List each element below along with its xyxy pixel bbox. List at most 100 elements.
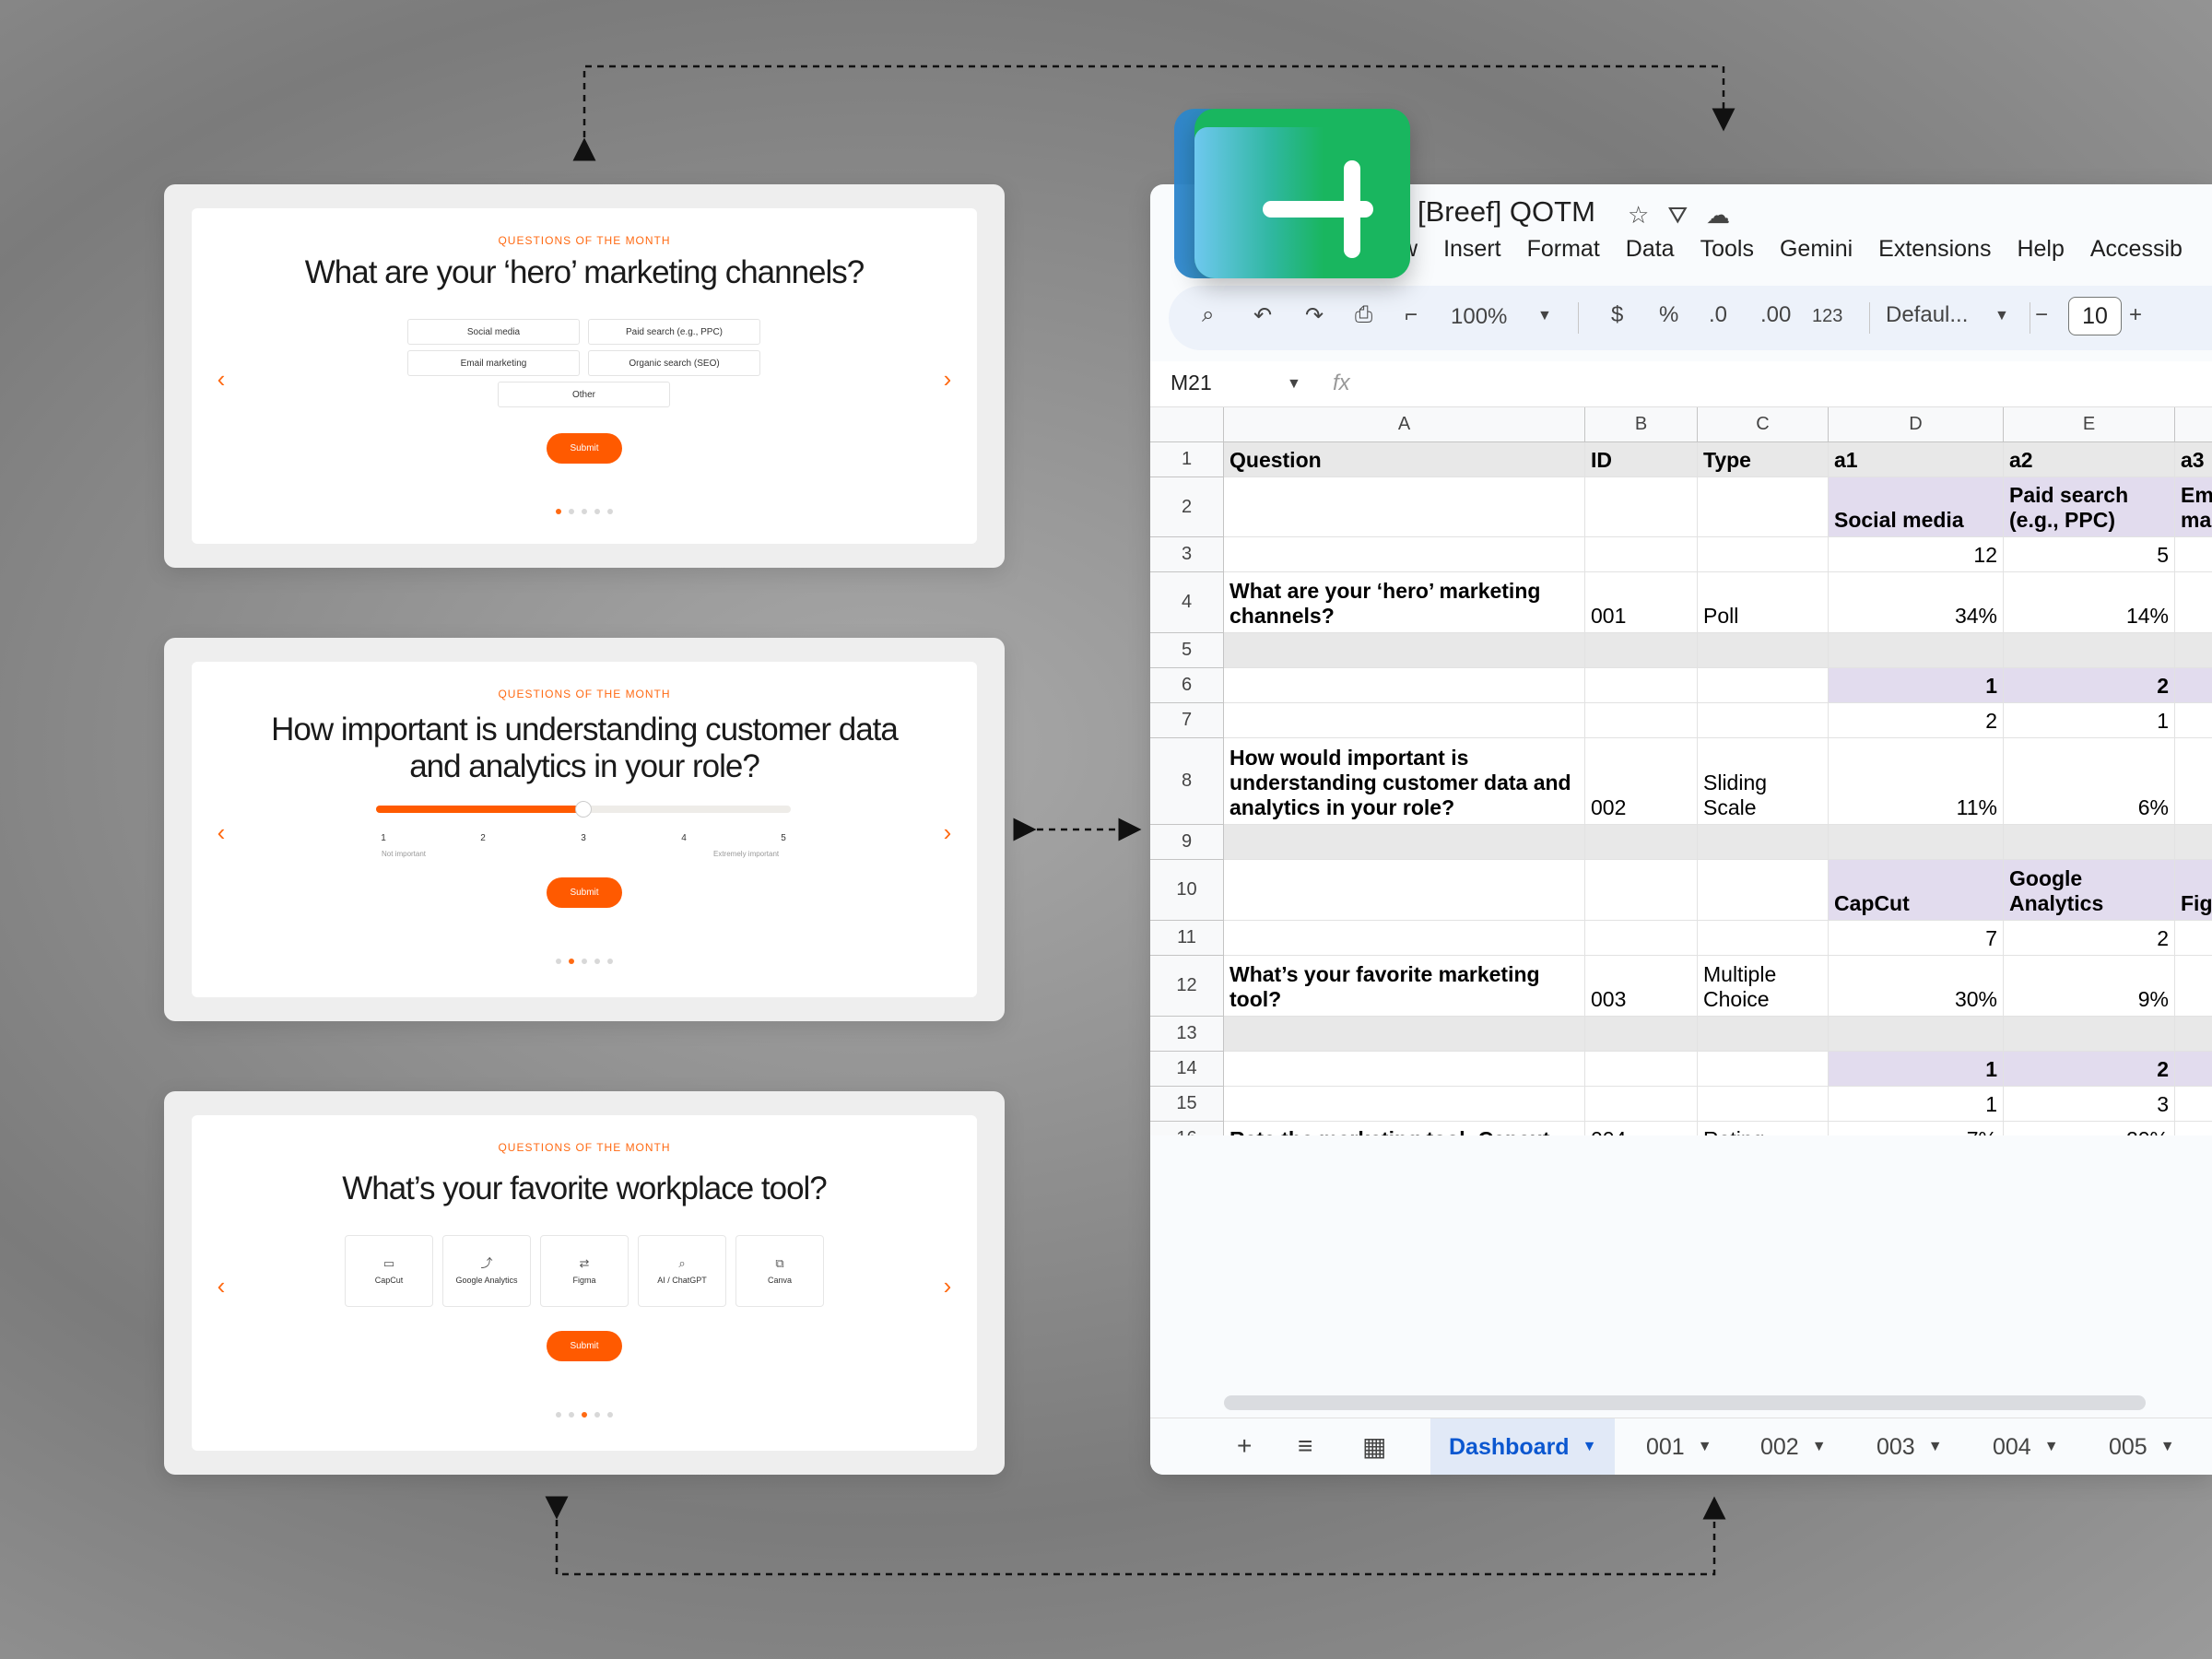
cell-b13[interactable] — [1585, 1017, 1698, 1052]
row-header[interactable]: 15 — [1150, 1087, 1224, 1122]
page-dot[interactable] — [594, 959, 600, 964]
cell-a12[interactable]: What’s your favorite marketing tool? — [1224, 956, 1585, 1017]
row-header[interactable]: 11 — [1150, 921, 1224, 956]
cell-e11[interactable]: 2 — [2004, 921, 2175, 956]
page-dot[interactable] — [569, 509, 574, 514]
cloud-saved-icon[interactable]: ☁ — [1706, 201, 1730, 230]
undo-icon[interactable]: ↶ — [1253, 302, 1272, 329]
redo-icon[interactable]: ↷ — [1305, 302, 1324, 329]
cell-b4[interactable]: 001 — [1585, 572, 1698, 633]
tab-001[interactable]: 001 ▼ — [1628, 1418, 1731, 1475]
cell-f13[interactable] — [2175, 1017, 2212, 1052]
cell-c16[interactable]: Rating — [1698, 1122, 1829, 1135]
cell-e3[interactable]: 5 — [2004, 537, 2175, 572]
chevron-left-icon[interactable]: ‹ — [212, 818, 230, 847]
cell-f7[interactable] — [2175, 703, 2212, 738]
column-header-d[interactable]: D — [1829, 407, 2004, 442]
cell-b11[interactable] — [1585, 921, 1698, 956]
cell-b15[interactable] — [1585, 1087, 1698, 1122]
cell-d8[interactable]: 11% — [1829, 738, 2004, 825]
tool-option-capcut[interactable]: ▭ CapCut — [345, 1235, 433, 1307]
cell-a14[interactable] — [1224, 1052, 1585, 1087]
cell-b12[interactable]: 003 — [1585, 956, 1698, 1017]
cell-a10[interactable] — [1224, 860, 1585, 921]
cell-f15[interactable] — [2175, 1087, 2212, 1122]
cell-f6[interactable] — [2175, 668, 2212, 703]
row-header[interactable]: 9 — [1150, 825, 1224, 860]
print-icon[interactable]: ⎙ — [1355, 302, 1372, 328]
row-header[interactable]: 10 — [1150, 860, 1224, 921]
document-title[interactable]: [Breef] QOTM — [1418, 195, 1595, 229]
submit-button[interactable]: Submit — [547, 1331, 622, 1361]
cell-a3[interactable] — [1224, 537, 1585, 572]
cell-c3[interactable] — [1698, 537, 1829, 572]
submit-button[interactable]: Submit — [547, 433, 622, 464]
menu-insert[interactable]: Insert — [1443, 236, 1501, 263]
cell-a13[interactable] — [1224, 1017, 1585, 1052]
cell-d2[interactable]: Social media — [1829, 477, 2004, 537]
tab-005[interactable]: 005 ▼ — [2090, 1418, 2194, 1475]
cell-a8[interactable]: How would important is understanding cust… — [1224, 738, 1585, 825]
page-dot[interactable] — [582, 1412, 587, 1418]
cell-d14[interactable]: 1 — [1829, 1052, 2004, 1087]
cell-c2[interactable] — [1698, 477, 1829, 537]
name-box-chevron-down-icon[interactable]: ▼ — [1287, 376, 1301, 393]
cell-c1[interactable]: Type — [1698, 442, 1829, 477]
page-dot[interactable] — [582, 959, 587, 964]
cell-d1[interactable]: a1 — [1829, 442, 2004, 477]
cell-c8[interactable]: Sliding Scale — [1698, 738, 1829, 825]
name-box[interactable]: M21 — [1171, 371, 1212, 395]
page-dot[interactable] — [582, 509, 587, 514]
menu-extensions[interactable]: Extensions — [1878, 236, 1991, 263]
cell-b9[interactable] — [1585, 825, 1698, 860]
cell-c5[interactable] — [1698, 633, 1829, 668]
all-sheets-icon[interactable]: ≡ — [1298, 1431, 1312, 1461]
cell-f12[interactable] — [2175, 956, 2212, 1017]
row-header[interactable]: 8 — [1150, 738, 1224, 825]
cell-e16[interactable]: 20% — [2004, 1122, 2175, 1135]
cell-f9[interactable] — [2175, 825, 2212, 860]
number-format-button[interactable]: 123 — [1812, 306, 1842, 327]
option-other[interactable]: Other — [498, 382, 670, 407]
cell-c11[interactable] — [1698, 921, 1829, 956]
cell-a11[interactable] — [1224, 921, 1585, 956]
cell-c6[interactable] — [1698, 668, 1829, 703]
column-header-c[interactable]: C — [1698, 407, 1829, 442]
cell-b8[interactable]: 002 — [1585, 738, 1698, 825]
cell-a16[interactable]: Rate the marketing tool: Capcut — [1224, 1122, 1585, 1135]
increase-decimal-button[interactable]: .00 — [1760, 302, 1791, 328]
cell-a6[interactable] — [1224, 668, 1585, 703]
font-chevron-down-icon[interactable]: ▼ — [1994, 308, 2009, 324]
cell-b2[interactable] — [1585, 477, 1698, 537]
option-organic-search[interactable]: Organic search (SEO) — [588, 350, 760, 376]
font-select[interactable]: Defaul... — [1886, 302, 1968, 328]
cell-d15[interactable]: 1 — [1829, 1087, 2004, 1122]
cell-e9[interactable] — [2004, 825, 2175, 860]
cell-b1[interactable]: ID — [1585, 442, 1698, 477]
cell-e4[interactable]: 14% — [2004, 572, 2175, 633]
row-header[interactable]: 3 — [1150, 537, 1224, 572]
column-header-b[interactable]: B — [1585, 407, 1698, 442]
menu-gemini[interactable]: Gemini — [1780, 236, 1853, 263]
importance-slider[interactable] — [376, 801, 791, 818]
row-header[interactable]: 7 — [1150, 703, 1224, 738]
currency-format-button[interactable]: $ — [1611, 302, 1623, 328]
tab-004[interactable]: 004 ▼ — [1974, 1418, 2077, 1475]
row-header[interactable]: 5 — [1150, 633, 1224, 668]
cell-f4[interactable] — [2175, 572, 2212, 633]
row-header[interactable]: 2 — [1150, 477, 1224, 537]
font-size-input[interactable]: 10 — [2068, 297, 2122, 335]
option-social-media[interactable]: Social media — [407, 319, 580, 345]
page-dot[interactable] — [556, 509, 561, 514]
cell-b6[interactable] — [1585, 668, 1698, 703]
cell-e6[interactable]: 2 — [2004, 668, 2175, 703]
cell-b16[interactable]: 004 — [1585, 1122, 1698, 1135]
column-header-e[interactable]: E — [2004, 407, 2175, 442]
tool-option-figma[interactable]: ⇄ Figma — [540, 1235, 629, 1307]
menu-tools[interactable]: Tools — [1700, 236, 1754, 263]
tab-002[interactable]: 002 ▼ — [1742, 1418, 1845, 1475]
row-header[interactable]: 4 — [1150, 572, 1224, 633]
menu-accessibility[interactable]: Accessib — [2090, 236, 2183, 263]
chevron-left-icon[interactable]: ‹ — [212, 1272, 230, 1300]
slider-handle[interactable] — [575, 801, 592, 818]
